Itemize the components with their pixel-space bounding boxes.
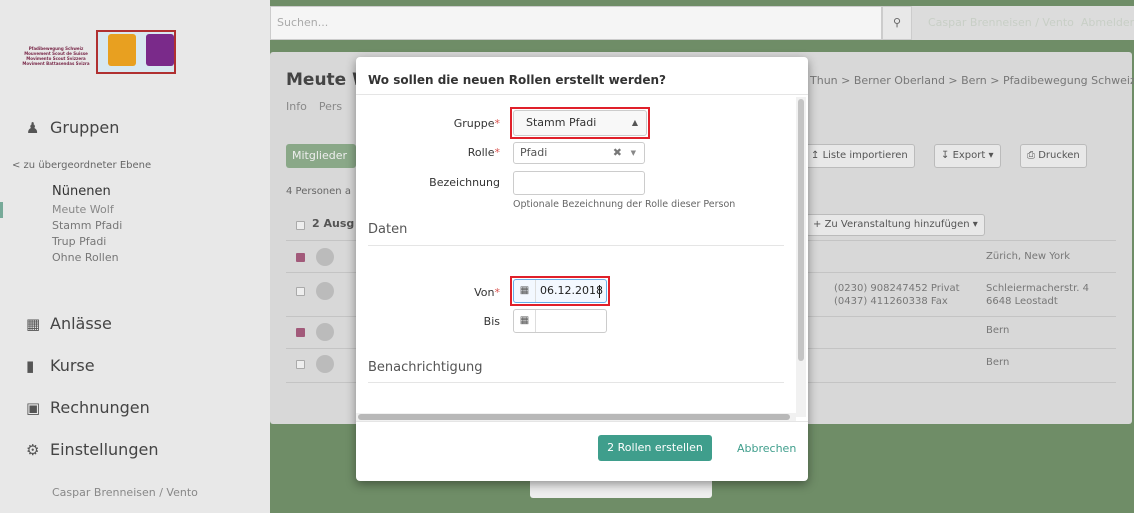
top-user-links: Caspar Brenneisen / Vento Abmelden <box>928 6 1134 40</box>
bezeichnung-help: Optionale Bezeichnung der Rolle dieser P… <box>513 199 736 210</box>
rolle-label: Rolle* <box>467 146 500 159</box>
row-checkbox[interactable] <box>296 287 305 296</box>
logo-clover-emblem <box>146 34 174 66</box>
modal-body: Gruppe* Stamm Pfadi ▲▼ Rolle* Pfadi ✖ ▼ … <box>356 94 808 416</box>
select-all-checkbox[interactable] <box>296 221 305 230</box>
export-button[interactable]: ↧ Export ▾ <box>934 144 1001 168</box>
scrollbar-thumb[interactable] <box>798 99 804 361</box>
row-address: Zürich, New York <box>986 251 1071 262</box>
create-roles-modal: Wo sollen die neuen Rollen erstellt werd… <box>356 57 808 481</box>
sidebar-user[interactable]: Caspar Brenneisen / Vento <box>52 486 198 499</box>
nav-courses[interactable]: ▮ Kurse <box>0 346 270 386</box>
modal-footer-divider <box>356 421 808 422</box>
scrollbar-thumb[interactable] <box>358 414 790 420</box>
import-button[interactable]: ↥ Liste importieren <box>804 144 915 168</box>
calendar-icon: ▦ <box>26 315 41 333</box>
logout-link[interactable]: Abmelden <box>1081 16 1134 29</box>
row-address: Schleiermacherstr. 4 6648 Leostadt <box>986 283 1089 307</box>
nav-settings[interactable]: ⚙ Einstellungen <box>0 430 270 470</box>
selected-count: 2 Ausg <box>312 217 355 230</box>
avatar <box>316 323 334 341</box>
search-input[interactable]: Suchen... <box>270 6 882 40</box>
row-checkbox[interactable] <box>296 328 305 337</box>
book-icon: ▮ <box>26 357 35 375</box>
horizontal-scrollbar[interactable] <box>356 413 796 421</box>
print-button[interactable]: ⎙ Drucken <box>1020 144 1087 168</box>
gruppe-select[interactable]: Stamm Pfadi ▲▼ <box>513 110 647 151</box>
logo-lily-emblem <box>108 34 136 66</box>
text-cursor <box>599 285 600 298</box>
von-label: Von* <box>474 286 500 299</box>
upload-icon: ↥ <box>811 150 823 161</box>
gruppe-label: Gruppe* <box>453 117 500 130</box>
tree-item-trup-pfadi[interactable]: Trup Pfadi <box>0 234 270 250</box>
top-user-name[interactable]: Caspar Brenneisen / Vento <box>928 16 1074 29</box>
money-icon: ▣ <box>26 399 41 417</box>
breadcrumb[interactable]: Thun > Berner Oberland > Bern > Pfadibew… <box>810 74 1134 87</box>
avatar <box>316 282 334 300</box>
row-address: Bern <box>986 325 1010 336</box>
download-icon: ↧ <box>941 150 953 161</box>
topbar: Suchen... ⚲ Caspar Brenneisen / Vento Ab… <box>270 6 1134 40</box>
search-button[interactable]: ⚲ <box>882 6 912 40</box>
row-address: Bern <box>986 357 1010 368</box>
row-checkbox[interactable] <box>296 360 305 369</box>
logo-text: Pfadibewegung Schweiz Mouvement Scout de… <box>22 46 90 66</box>
organization-logo[interactable]: Pfadibewegung Schweiz Mouvement Scout de… <box>8 8 258 96</box>
caret-down-icon: ▾ <box>985 150 994 161</box>
parent-level-link[interactable]: < zu übergeordneter Ebene <box>12 160 151 171</box>
vertical-scrollbar[interactable] <box>796 97 806 417</box>
bezeichnung-input[interactable] <box>513 171 645 195</box>
row-checkbox[interactable] <box>296 253 305 262</box>
row-phone: (0230) 908247452 Privat (0437) 411260338… <box>834 283 960 307</box>
add-to-event-button[interactable]: + Zu Veranstaltung hinzufügen ▾ <box>806 214 985 236</box>
nav-invoices[interactable]: ▣ Rechnungen <box>0 388 270 428</box>
tree-item-stamm-pfadi[interactable]: Stamm Pfadi <box>0 218 270 234</box>
gear-icon: ⚙ <box>26 441 40 459</box>
tab-persons[interactable]: Pers <box>319 100 342 113</box>
avatar <box>316 248 334 266</box>
calendar-icon[interactable]: ▦ <box>514 310 536 332</box>
printer-icon: ⎙ <box>1027 150 1039 161</box>
bezeichnung-label: Bezeichnung <box>429 176 500 189</box>
daten-divider <box>368 245 784 246</box>
bis-label: Bis <box>483 315 500 328</box>
search-icon: ⚲ <box>892 16 902 29</box>
clear-icon[interactable]: ✖ <box>613 143 622 163</box>
caret-down-icon: ▾ <box>969 219 978 230</box>
tree-item-ohne-rollen[interactable]: Ohne Rollen <box>0 250 270 266</box>
nav-groups[interactable]: ♟ Gruppen <box>0 108 270 148</box>
people-count: 4 Personen a <box>286 186 351 197</box>
tree-item-meute-wolf[interactable]: Meute Wolf <box>0 202 270 218</box>
rolle-select[interactable]: Pfadi ✖ ▼ <box>513 142 645 164</box>
tab-info[interactable]: Info <box>286 100 307 113</box>
cancel-link[interactable]: Abbrechen <box>737 442 796 455</box>
plus-icon: + <box>813 219 825 230</box>
chevron-down-icon: ▼ <box>630 149 636 157</box>
members-button[interactable]: Mitglieder <box>286 144 356 168</box>
calendar-icon[interactable]: ▦ <box>514 280 536 302</box>
bis-date-input[interactable]: ▦ <box>513 309 607 333</box>
nav-events[interactable]: ▦ Anlässe <box>0 304 270 344</box>
sidebar: Pfadibewegung Schweiz Mouvement Scout de… <box>0 0 270 513</box>
users-icon: ♟ <box>26 119 40 137</box>
content-tabs: Info Pers <box>286 100 354 113</box>
group-tree: Nünenen Meute Wolf Stamm Pfadi Trup Pfad… <box>0 182 270 266</box>
modal-title: Wo sollen die neuen Rollen erstellt werd… <box>368 73 666 87</box>
daten-legend: Daten <box>368 222 408 237</box>
benachrichtigung-divider <box>368 382 784 383</box>
tree-item-nuenenen[interactable]: Nünenen <box>0 182 270 202</box>
create-roles-button[interactable]: 2 Rollen erstellen <box>598 435 712 461</box>
benachrichtigung-legend: Benachrichtigung <box>368 360 483 375</box>
avatar <box>316 355 334 373</box>
von-date-input[interactable]: ▦ 06.12.2018 <box>513 279 607 303</box>
